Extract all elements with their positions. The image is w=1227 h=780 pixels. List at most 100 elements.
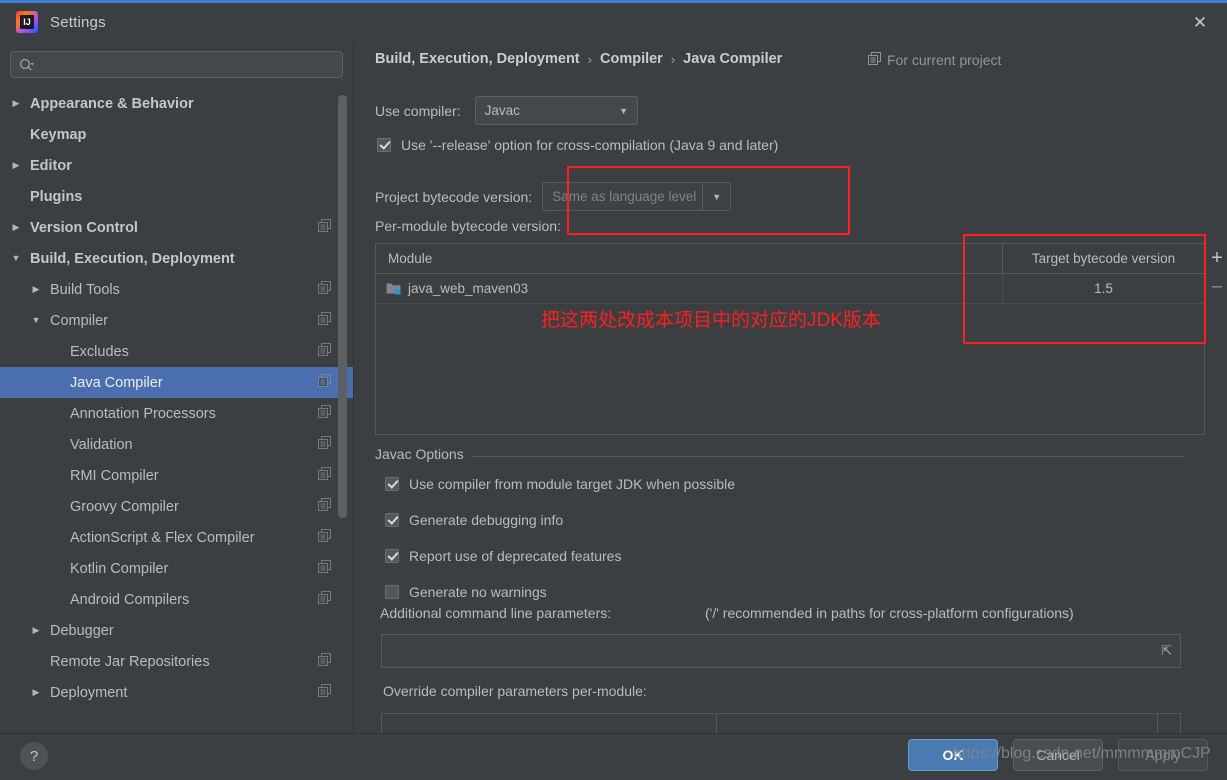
column-header-target-bytecode-version[interactable]: Target bytecode version xyxy=(1003,244,1204,273)
sidebar-item-label: Annotation Processors xyxy=(70,405,216,422)
column-header-module[interactable]: Module xyxy=(376,244,1003,273)
project-bytecode-dropdown[interactable]: Same as language level ▼ xyxy=(542,182,732,211)
sidebar-item-android-compilers[interactable]: ▶Android Compilers xyxy=(0,584,353,615)
project-scope-icon xyxy=(318,528,331,547)
project-bytecode-row: Project bytecode version: Same as langua… xyxy=(375,182,732,211)
sidebar-item-label: Appearance & Behavior xyxy=(30,95,194,112)
sidebar-item-java-compiler[interactable]: ▶Java Compiler xyxy=(0,367,353,398)
apply-button[interactable]: Apply xyxy=(1118,739,1208,771)
expand-icon[interactable]: ⇱ xyxy=(1161,644,1172,657)
per-module-bytecode-label: Per-module bytecode version: xyxy=(375,218,561,234)
additional-params-input[interactable]: ⇱ xyxy=(381,634,1181,668)
sidebar-item-label: Remote Jar Repositories xyxy=(50,653,210,670)
cell-target-bytecode-version[interactable]: 1.5 xyxy=(1003,274,1204,303)
title-bar: Settings ✕ xyxy=(0,3,1227,41)
chevron-right-icon[interactable]: ▶ xyxy=(28,688,44,697)
project-bytecode-label: Project bytecode version: xyxy=(375,188,533,205)
sidebar-item-label: Deployment xyxy=(50,684,128,701)
sidebar-item-version-control[interactable]: ▶ Version Control xyxy=(0,212,353,243)
sidebar-item-plugins[interactable]: ▶Plugins xyxy=(0,181,353,212)
sidebar-item-compiler[interactable]: ▼ Compiler xyxy=(0,305,353,336)
help-icon[interactable]: ? xyxy=(20,742,48,770)
sidebar-item-label: Plugins xyxy=(30,188,83,205)
javac-option-row: Generate debugging info xyxy=(385,512,735,528)
settings-tree: ▶Appearance & Behavior▶Keymap▶Editor▶Plu… xyxy=(0,86,353,708)
breadcrumb: Build, Execution, Deployment › Compiler … xyxy=(375,51,782,67)
table-row[interactable]: java_web_maven03 1.5 xyxy=(376,274,1204,304)
chevron-down-icon[interactable]: ▼ xyxy=(702,183,730,210)
breadcrumb-item-0[interactable]: Build, Execution, Deployment xyxy=(375,51,580,67)
sidebar-item-build-tools[interactable]: ▶ Build Tools xyxy=(0,274,353,305)
sidebar-item-rmi-compiler[interactable]: ▶RMI Compiler xyxy=(0,460,353,491)
checkbox-label: Generate no warnings xyxy=(409,584,547,600)
sidebar-item-groovy-compiler[interactable]: ▶Groovy Compiler xyxy=(0,491,353,522)
for-current-project-label: For current project xyxy=(887,52,1002,68)
javac-option-row: Generate no warnings xyxy=(385,584,735,600)
cancel-button[interactable]: Cancel xyxy=(1013,739,1103,771)
sidebar-scrollbar[interactable] xyxy=(338,87,350,683)
project-scope-icon xyxy=(318,497,331,516)
use-compiler-row: Use compiler: Javac ▼ xyxy=(375,96,638,125)
sidebar-item-appearance-behavior[interactable]: ▶ Appearance & Behavior xyxy=(0,88,353,119)
sidebar-item-label: Compiler xyxy=(50,312,109,329)
sidebar-item-label: Editor xyxy=(30,157,72,174)
project-scope-icon xyxy=(318,683,331,702)
sidebar-scrollbar-thumb[interactable] xyxy=(338,95,347,518)
search-input[interactable] xyxy=(39,56,334,73)
chevron-right-icon[interactable]: ▶ xyxy=(28,285,44,294)
sidebar-item-excludes[interactable]: ▶Excludes xyxy=(0,336,353,367)
javac-option-row: Report use of deprecated features xyxy=(385,548,735,564)
sidebar-item-validation[interactable]: ▶Validation xyxy=(0,429,353,460)
checkbox-report-use-of-deprecated-features[interactable] xyxy=(385,549,399,563)
add-module-button[interactable]: + xyxy=(1206,243,1227,272)
project-scope-icon xyxy=(318,590,331,609)
cell-module: java_web_maven03 xyxy=(376,274,1003,303)
chevron-down-icon[interactable]: ▼ xyxy=(8,254,24,263)
release-option-checkbox[interactable] xyxy=(377,138,391,152)
checkbox-generate-debugging-info[interactable] xyxy=(385,513,399,527)
javac-options-group-title: Javac Options xyxy=(375,446,472,462)
sidebar-item-build-execution-deployment[interactable]: ▼ Build, Execution, Deployment xyxy=(0,243,353,274)
sidebar-item-actionscript-flex-compiler[interactable]: ▶ActionScript & Flex Compiler xyxy=(0,522,353,553)
breadcrumb-separator: › xyxy=(670,51,676,67)
chevron-right-icon[interactable]: ▶ xyxy=(8,99,24,108)
chevron-right-icon[interactable]: ▶ xyxy=(8,223,24,232)
override-params-table[interactable] xyxy=(381,713,1181,733)
settings-main-panel: Build, Execution, Deployment › Compiler … xyxy=(355,41,1227,733)
remove-module-button[interactable]: – xyxy=(1206,272,1227,301)
intellij-idea-logo-icon xyxy=(16,11,38,33)
breadcrumb-item-1[interactable]: Compiler xyxy=(600,51,663,67)
checkbox-label: Use compiler from module target JDK when… xyxy=(409,476,736,492)
close-icon[interactable]: ✕ xyxy=(1181,7,1219,37)
sidebar-item-keymap[interactable]: ▶Keymap xyxy=(0,119,353,150)
project-scope-icon xyxy=(868,52,881,68)
module-folder-icon xyxy=(386,282,408,295)
sidebar-item-remote-jar-repositories[interactable]: ▶Remote Jar Repositories xyxy=(0,646,353,677)
sidebar-item-label: Kotlin Compiler xyxy=(70,560,169,577)
use-compiler-label: Use compiler: xyxy=(375,102,461,119)
settings-dialog: Settings ✕ ▶ Appearance & Behavior ▶Keymap… xyxy=(0,0,1227,780)
chevron-right-icon[interactable]: ▶ xyxy=(28,626,44,635)
checkbox-use-compiler-from-module-target-jdk-when-possible[interactable] xyxy=(385,477,399,491)
javac-option-row: Use compiler from module target JDK when… xyxy=(385,476,735,492)
sidebar-item-label: Validation xyxy=(70,436,133,453)
chevron-down-icon[interactable]: ▼ xyxy=(28,316,44,325)
table-header-row: Module Target bytecode version xyxy=(376,244,1204,274)
project-scope-icon xyxy=(318,559,331,578)
sidebar-item-annotation-processors[interactable]: ▶Annotation Processors xyxy=(0,398,353,429)
search-box[interactable] xyxy=(10,51,343,78)
override-params-label: Override compiler parameters per-module: xyxy=(383,683,647,699)
breadcrumb-item-2[interactable]: Java Compiler xyxy=(683,51,782,67)
chevron-right-icon[interactable]: ▶ xyxy=(8,161,24,170)
sidebar-item-deployment[interactable]: ▶ Deployment xyxy=(0,677,353,708)
checkbox-generate-no-warnings[interactable] xyxy=(385,585,399,599)
sidebar-item-debugger[interactable]: ▶ Debugger xyxy=(0,615,353,646)
sidebar-item-label: Build Tools xyxy=(50,281,120,298)
sidebar-item-editor[interactable]: ▶ Editor xyxy=(0,150,353,181)
ok-button[interactable]: OK xyxy=(908,739,998,771)
use-compiler-dropdown[interactable]: Javac ▼ xyxy=(474,96,638,125)
search-area xyxy=(0,41,353,86)
project-scope-icon xyxy=(318,311,331,330)
sidebar-item-kotlin-compiler[interactable]: ▶Kotlin Compiler xyxy=(0,553,353,584)
project-bytecode-value: Same as language level xyxy=(552,189,697,204)
